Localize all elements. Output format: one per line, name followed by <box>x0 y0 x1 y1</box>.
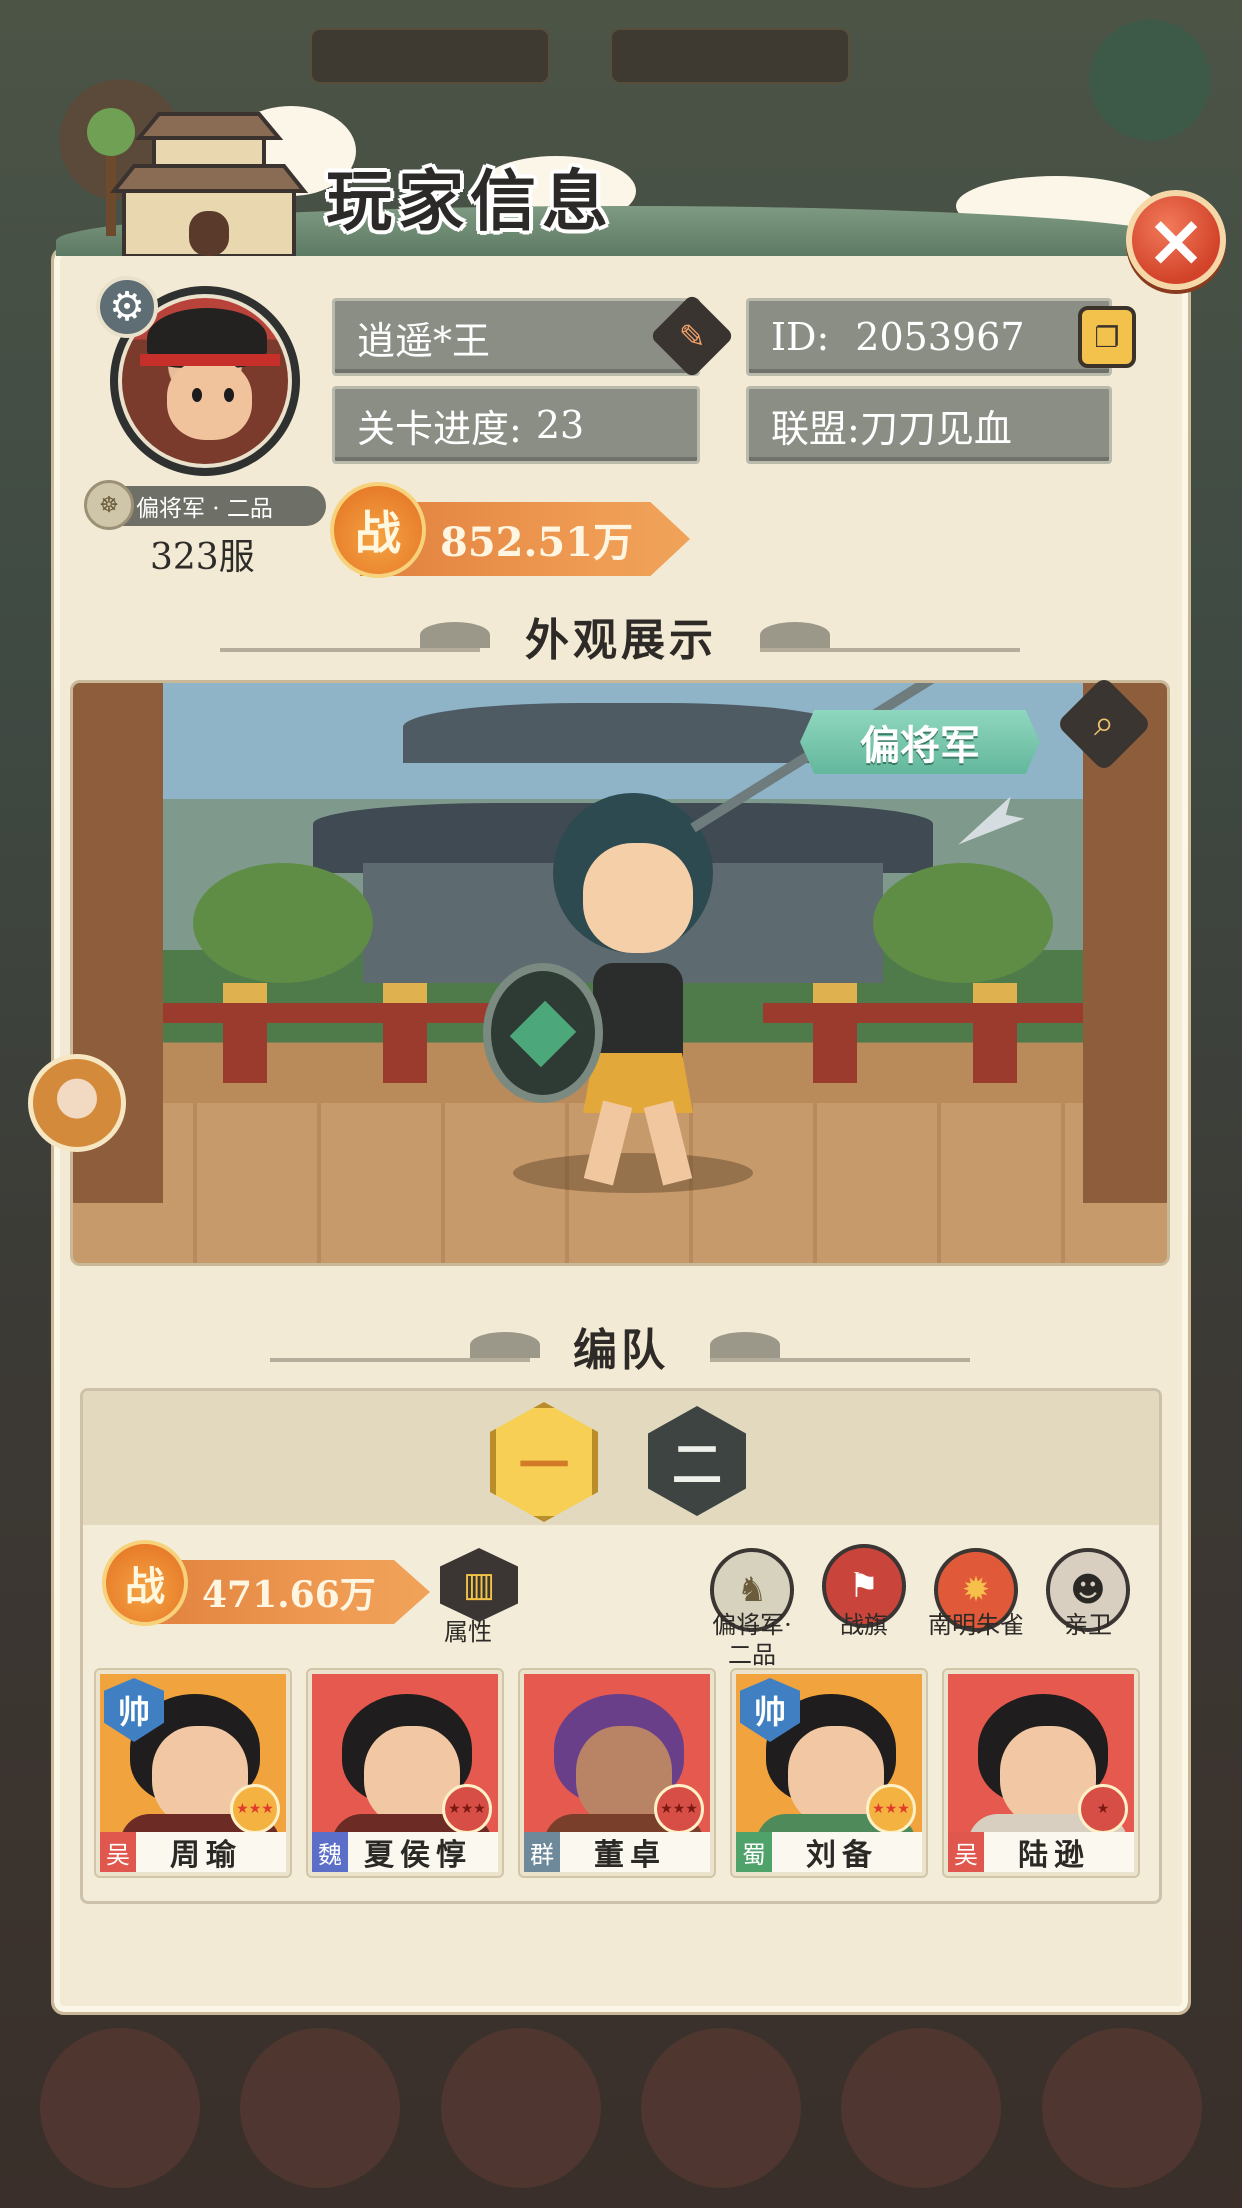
appearance-heading: 外观展示 <box>525 615 717 666</box>
hero-card-liubei[interactable]: 帅 ★★★ 蜀 刘备 <box>732 1670 926 1876</box>
star-rating-icon: ★★★ <box>866 1784 916 1834</box>
player-name-field: 逍遥*王 <box>332 298 700 376</box>
faction-badge: 群 <box>524 1832 560 1872</box>
formation-power-value: 471.66万 <box>202 1574 376 1616</box>
server-label: 323服 <box>150 537 255 578</box>
formation-tab-bar <box>83 1391 1159 1525</box>
stage-value: 23 <box>535 403 585 447</box>
hero-card-zhouyu[interactable]: 帅 ★★★ 吴 周瑜 <box>96 1670 290 1876</box>
player-power-value: 852.51万 <box>440 519 634 566</box>
background-nav-icon <box>440 2028 601 2188</box>
panel-header: 玩家信息 <box>56 96 1186 256</box>
battle-power-icon: 战 <box>330 482 426 578</box>
stage-label: 关卡进度: <box>357 406 522 451</box>
faction-badge: 魏 <box>312 1832 348 1872</box>
hero-name: 董卓 <box>594 1838 666 1873</box>
background-resource-pill <box>310 28 550 84</box>
rank-emblem-icon: ☸ <box>84 480 134 530</box>
rank-badge: ☸ 偏将军 · 二品 <box>84 480 326 530</box>
battle-power-icon: 战 <box>102 1540 188 1626</box>
close-icon: × <box>1145 198 1207 282</box>
hero-card-luxun[interactable]: ★ 吴 陆逊 <box>944 1670 1138 1876</box>
faction-badge: 蜀 <box>736 1832 772 1872</box>
rank-label: 偏将军 · 二品 <box>136 496 273 522</box>
star-rating-icon: ★ <box>1078 1784 1128 1834</box>
alliance-field[interactable]: 联盟: 刀刀见血 <box>746 386 1112 464</box>
background-nav-icon <box>240 2028 401 2188</box>
id-label: ID: <box>771 315 830 359</box>
gate-tower-icon <box>87 108 309 256</box>
settings-gear-icon[interactable]: ⚙ <box>96 276 158 338</box>
background-nav-icon <box>641 2028 802 2188</box>
formation-heading: 编队 <box>573 1325 669 1376</box>
star-rating-icon: ★★★ <box>654 1784 704 1834</box>
attribute-label: 属性 <box>444 1618 492 1646</box>
close-button[interactable]: × <box>1126 190 1226 290</box>
stage-progress-field: 关卡进度: 23 <box>332 386 700 464</box>
alliance-value: 刀刀见血 <box>859 406 1012 451</box>
hero-name: 刘备 <box>806 1838 878 1873</box>
display-rank-tag: 偏将军 <box>800 710 1040 774</box>
hero-name: 周瑜 <box>170 1838 242 1873</box>
player-character <box>483 793 763 1193</box>
slot-label-guard: 亲卫 <box>1064 1611 1112 1639</box>
hero-card-xiahoudun[interactable]: ★★★ 魏 夏侯惇 <box>308 1670 502 1876</box>
id-value: 2053967 <box>855 315 1025 359</box>
background-nav-icon <box>841 2028 1002 2188</box>
page-title: 玩家信息 <box>326 162 614 240</box>
brush-icon: ✎ <box>678 317 706 355</box>
copy-id-button[interactable]: ❐ <box>1078 306 1136 368</box>
background-nav-icon <box>40 2028 201 2188</box>
player-id-field: ID: 2053967 <box>746 298 1112 376</box>
hero-name: 陆逊 <box>1018 1838 1090 1873</box>
background-bottom-nav <box>0 2008 1242 2208</box>
hero-card-dongzhuo[interactable]: ★★★ 群 董卓 <box>520 1670 714 1876</box>
star-rating-icon: ★★★ <box>230 1784 280 1834</box>
background-resource-bar <box>310 28 850 84</box>
faction-badge: 吴 <box>100 1832 136 1872</box>
spear-tip-icon <box>951 796 1024 855</box>
magnifier-icon: ⌕ <box>1093 702 1115 744</box>
background-nav-icon <box>1041 2028 1202 2188</box>
shield-icon <box>483 963 603 1103</box>
hero-name: 夏侯惇 <box>364 1838 472 1873</box>
copy-icon: ❐ <box>1094 320 1120 354</box>
attribute-bars-icon: ▥ <box>440 1548 518 1622</box>
faction-badge: 吴 <box>948 1832 984 1872</box>
background-resource-pill <box>610 28 850 84</box>
alliance-label: 联盟: <box>771 406 860 451</box>
player-name: 逍遥*王 <box>357 318 491 363</box>
star-rating-icon: ★★★ <box>442 1784 492 1834</box>
advisor-avatar-icon[interactable] <box>28 1054 126 1152</box>
